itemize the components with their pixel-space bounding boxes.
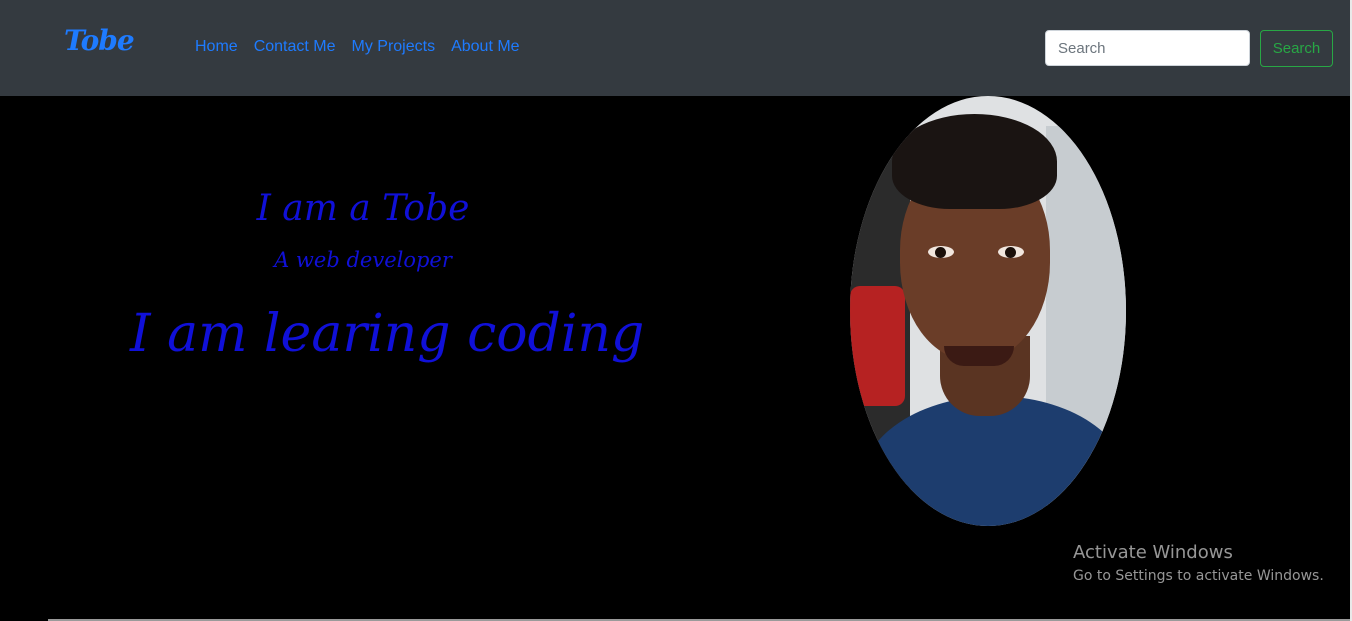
nav-link-contact[interactable]: Contact Me (254, 38, 336, 56)
nav-link-about[interactable]: About Me (451, 38, 519, 56)
nav-link-home[interactable]: Home (195, 38, 238, 56)
nav-link-projects[interactable]: My Projects (352, 38, 436, 56)
photo-eye-left (928, 246, 954, 258)
hero-tagline: I am learing coding (130, 304, 645, 364)
hero-heading: I am a Tobe (256, 188, 470, 229)
nav-links: Home Contact Me My Projects About Me (195, 38, 520, 56)
search-button[interactable]: Search (1260, 30, 1333, 67)
photo-mouth (944, 346, 1014, 366)
photo-hair (892, 114, 1057, 209)
photo-eye-right (998, 246, 1024, 258)
photo-background-red (850, 286, 905, 406)
profile-photo (850, 96, 1126, 526)
watermark-subtitle: Go to Settings to activate Windows. (1073, 568, 1324, 584)
activate-windows-watermark: Activate Windows Go to Settings to activ… (1073, 541, 1324, 587)
search-input[interactable] (1045, 30, 1250, 66)
hero-subheading: A web developer (274, 248, 452, 272)
brand-logo[interactable]: Tobe (64, 24, 135, 57)
watermark-title: Activate Windows (1073, 542, 1233, 563)
navbar: Tobe Home Contact Me My Projects About M… (0, 0, 1350, 96)
